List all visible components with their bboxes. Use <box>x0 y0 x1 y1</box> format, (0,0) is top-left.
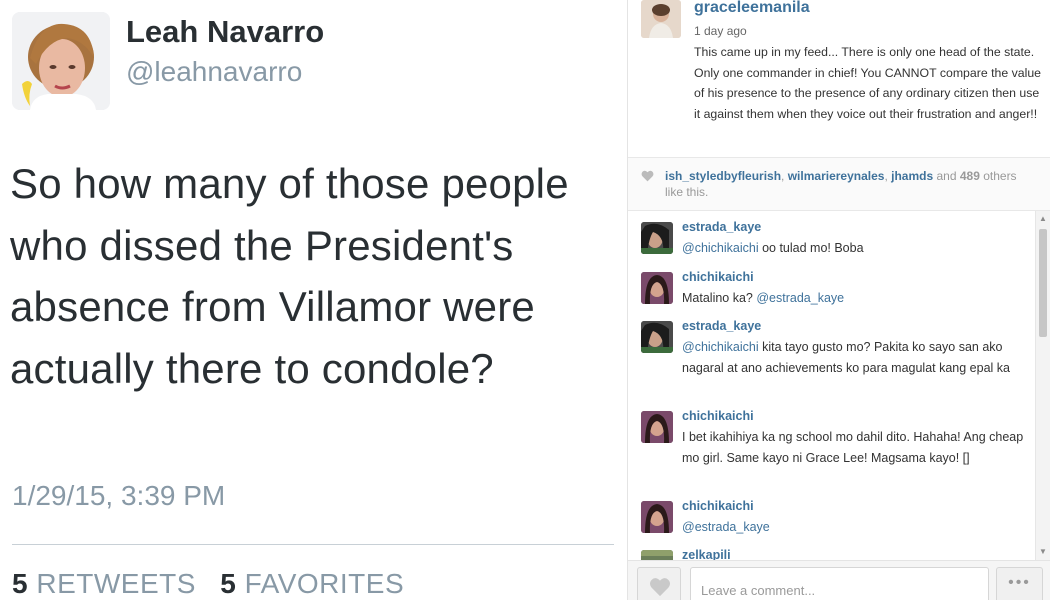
avatar[interactable] <box>641 411 673 443</box>
comment-text: @estrada_kaye <box>682 517 1032 538</box>
mention-link[interactable]: @chichikaichi <box>682 241 759 255</box>
comment-body: I bet ikahihiya ka ng school mo dahil di… <box>682 430 1024 465</box>
liker-link[interactable]: ish_styledbyfleurish <box>665 169 781 183</box>
liker-link[interactable]: jhamds <box>891 169 933 183</box>
comment-input[interactable] <box>690 567 989 600</box>
heart-icon <box>650 578 670 597</box>
more-options-icon: ••• <box>1008 574 1031 591</box>
comment-username[interactable]: chichikaichi <box>682 409 754 423</box>
likes-count[interactable]: 489 <box>960 169 980 183</box>
mention-link[interactable]: @chichikaichi <box>682 340 759 354</box>
post-timestamp: 1 day ago <box>694 24 747 38</box>
avatar[interactable] <box>641 0 681 38</box>
avatar[interactable] <box>641 550 673 560</box>
author-handle[interactable]: @leahnavarro <box>126 56 302 88</box>
scroll-up-arrow-icon[interactable]: ▲ <box>1039 215 1047 223</box>
comment-text: @chichikaichi kita tayo gusto mo? Pakita… <box>682 337 1032 378</box>
post-caption: This came up in my feed... There is only… <box>694 45 1041 122</box>
more-options-button[interactable]: ••• <box>996 567 1043 600</box>
retweets-label: RETWEETS <box>36 568 196 599</box>
instagram-panel: graceleemanila 1 day ago This came up in… <box>627 0 1050 600</box>
tweet-stats: 5 RETWEETS 5 FAVORITES <box>12 568 420 600</box>
post-header: graceleemanila 1 day ago This came up in… <box>628 0 1050 157</box>
tweet-card: Leah Navarro @leahnavarro So how many of… <box>0 0 627 600</box>
comment-text: Matalino ka? @estrada_kaye <box>682 288 1032 309</box>
comment-bar: ••• <box>628 560 1050 600</box>
avatar[interactable] <box>641 321 673 353</box>
divider <box>12 544 614 545</box>
comment-username[interactable]: chichikaichi <box>682 270 754 284</box>
heart-icon <box>641 170 654 182</box>
retweets-count: 5 <box>12 568 29 599</box>
avatar[interactable] <box>12 12 110 110</box>
likes-summary: ish_styledbyfleurish, wilmariereynales, … <box>628 157 1050 211</box>
like-button[interactable] <box>637 567 681 600</box>
favorites-label: FAVORITES <box>244 568 405 599</box>
comment-text: @chichikaichi oo tulad mo! Boba <box>682 238 1032 259</box>
tweet-text: So how many of those people who dissed t… <box>10 160 569 392</box>
separator: , <box>781 169 788 183</box>
and-text: and <box>933 169 960 183</box>
likes-text: ish_styledbyfleurish, wilmariereynales, … <box>665 168 1035 200</box>
comment-text: I bet ikahihiya ka ng school mo dahil di… <box>682 427 1032 468</box>
comment-body: oo tulad mo! Boba <box>758 241 864 255</box>
mention-link[interactable]: @estrada_kaye <box>756 291 844 305</box>
favorites-stat[interactable]: 5 FAVORITES <box>220 568 404 599</box>
post-username[interactable]: graceleemanila <box>694 0 810 17</box>
retweets-stat[interactable]: 5 RETWEETS <box>12 568 196 599</box>
avatar[interactable] <box>641 222 673 254</box>
favorites-count: 5 <box>220 568 237 599</box>
comment-username[interactable]: estrada_kaye <box>682 220 761 234</box>
comment-username[interactable]: zelkapili <box>682 548 731 560</box>
tweet-timestamp[interactable]: 1/29/15, 3:39 PM <box>12 480 225 512</box>
avatar[interactable] <box>641 501 673 533</box>
comment-list: estrada_kaye @chichikaichi oo tulad mo! … <box>628 211 1038 560</box>
avatar[interactable] <box>641 272 673 304</box>
mention-link[interactable]: @estrada_kaye <box>682 520 770 534</box>
scroll-thumb[interactable] <box>1039 229 1047 337</box>
scroll-down-arrow-icon[interactable]: ▼ <box>1039 548 1047 556</box>
liker-link[interactable]: wilmariereynales <box>788 169 885 183</box>
comment-body: Matalino ka? <box>682 291 757 305</box>
comment-username[interactable]: chichikaichi <box>682 499 754 513</box>
author-name[interactable]: Leah Navarro <box>126 14 324 50</box>
comments-scrollbar[interactable]: ▲ ▼ <box>1035 211 1050 560</box>
comment-username[interactable]: estrada_kaye <box>682 319 761 333</box>
